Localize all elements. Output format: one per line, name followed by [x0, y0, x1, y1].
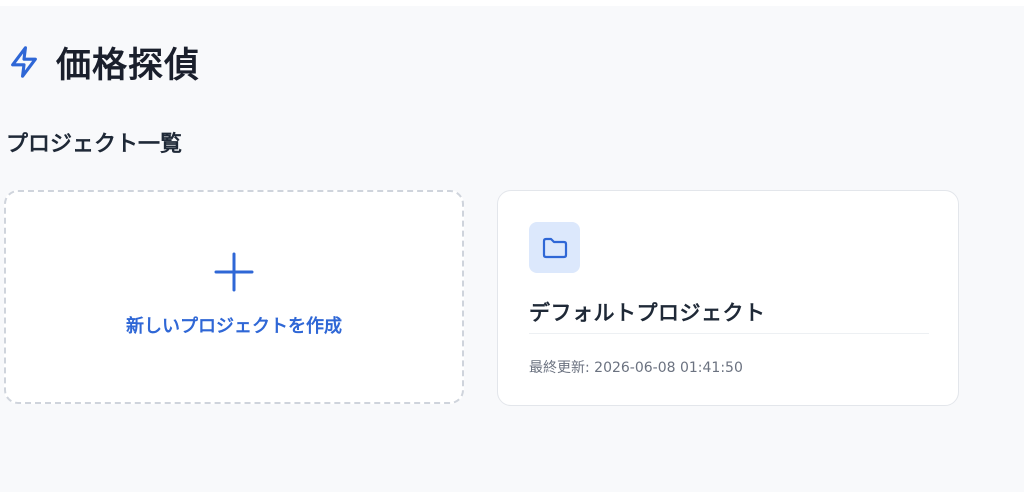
folder-icon [529, 222, 580, 273]
top-bar [0, 0, 1024, 6]
section-title: プロジェクト一覧 [6, 132, 183, 157]
last-updated: 最終更新: 2026-06-08 01:41:50 [529, 360, 743, 376]
lightning-bolt-icon [6, 44, 42, 80]
app-title: 価格探偵 [56, 45, 201, 86]
create-project-label: 新しいプロジェクトを作成 [126, 316, 342, 337]
plus-icon [212, 250, 256, 294]
app-header: 価格探偵 [6, 38, 200, 86]
divider [529, 333, 929, 334]
project-card[interactable]: デフォルトプロジェクト 最終更新: 2026-06-08 01:41:50 [497, 190, 959, 406]
project-name: デフォルトプロジェクト [529, 301, 766, 325]
create-project-button[interactable]: 新しいプロジェクトを作成 [4, 190, 464, 404]
